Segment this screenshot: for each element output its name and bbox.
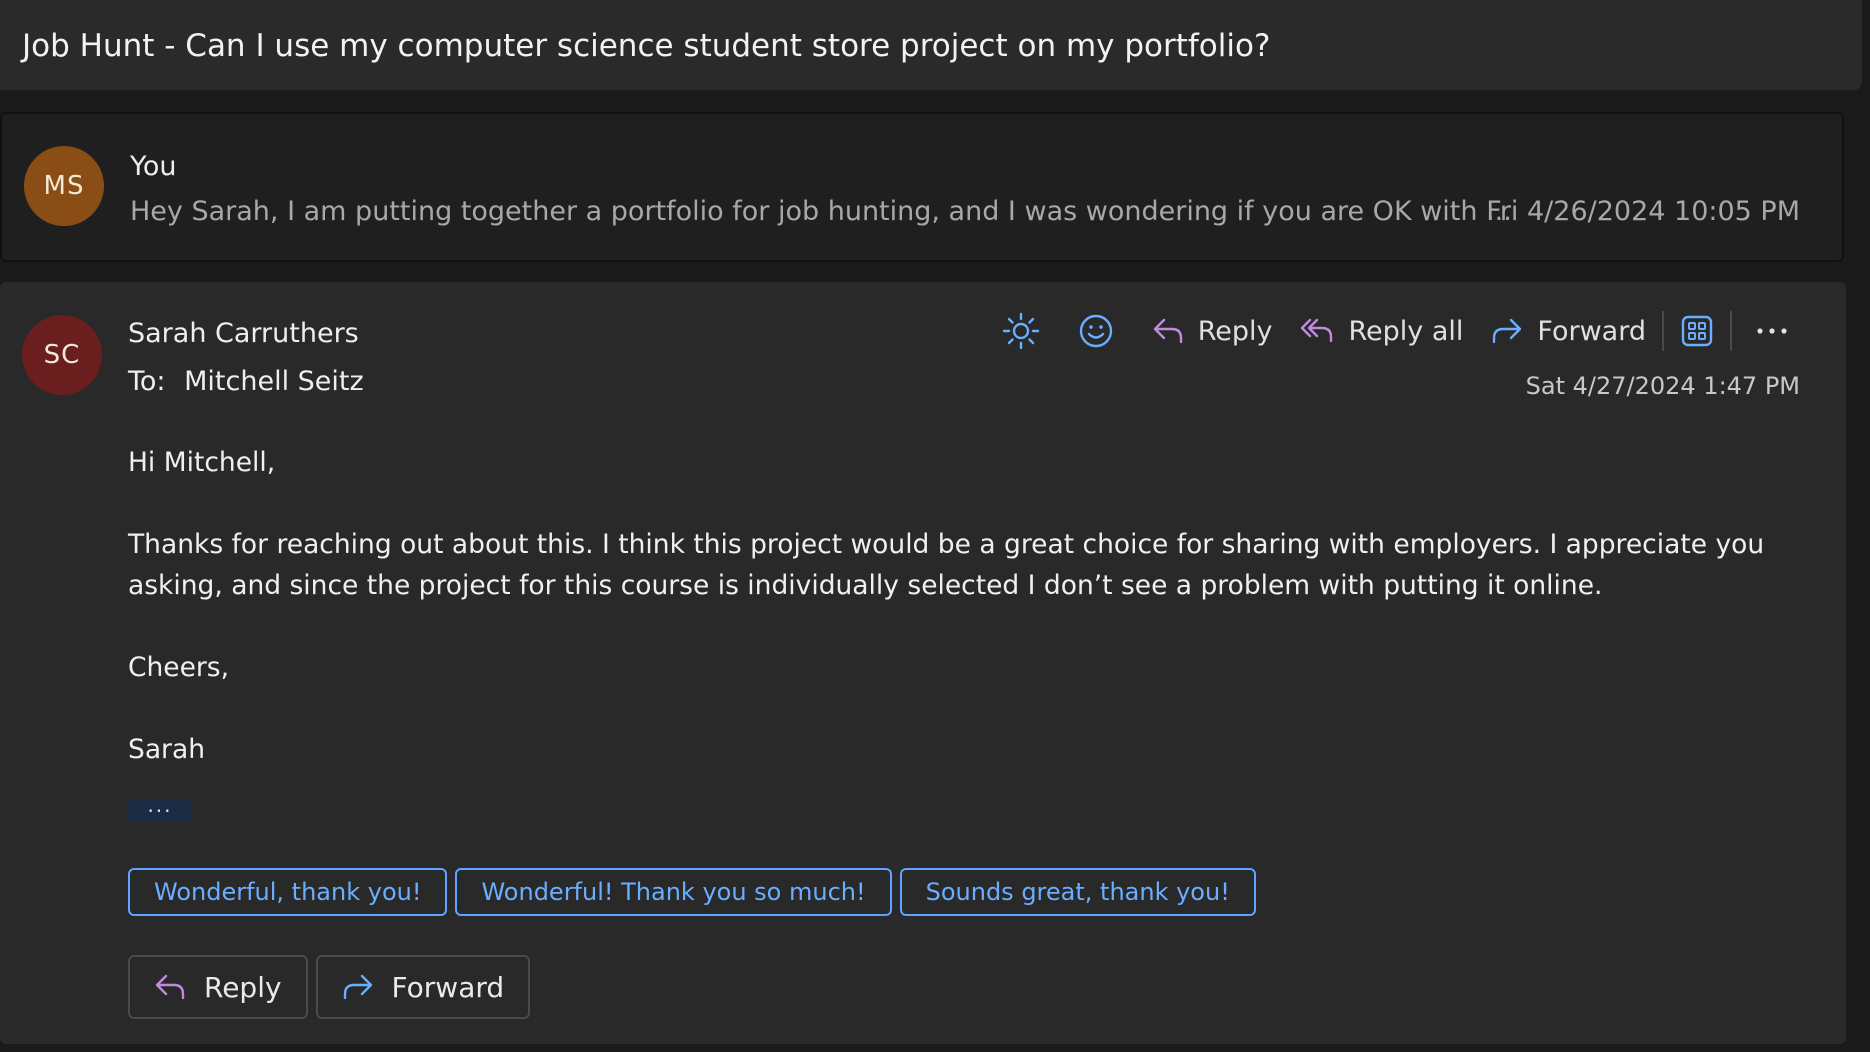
forward-icon (1493, 318, 1522, 344)
forward-label: Forward (1537, 315, 1646, 347)
smiley-icon (1079, 314, 1112, 348)
show-quoted-text-button[interactable]: ··· (128, 800, 192, 822)
greeting: Hi Mitchell, (128, 447, 276, 478)
message-toolbar: Reply Reply all Forward (992, 306, 1798, 356)
avatar-initials: MS (43, 171, 85, 201)
suggested-reply-chip[interactable]: Wonderful, thank you! (128, 868, 448, 916)
forward-label: Forward (391, 970, 505, 1004)
avatar-initials: SC (43, 340, 81, 370)
message-date: Sat 4/27/2024 1:47 PM (1525, 372, 1800, 400)
react-button[interactable] (1068, 306, 1124, 356)
avatar: SC (22, 315, 102, 395)
reply-icon (1153, 318, 1182, 344)
to-label: To: (128, 366, 166, 397)
reply-label: Reply (204, 970, 282, 1004)
reply-label: Reply (1197, 315, 1273, 347)
subject-bar: Job Hunt - Can I use my computer science… (0, 0, 1862, 90)
sun-icon (1002, 312, 1039, 350)
thread-subject: Job Hunt - Can I use my computer science… (22, 28, 1271, 64)
toolbar-divider (1730, 311, 1732, 351)
reply-button[interactable]: Reply (1142, 306, 1283, 356)
toolbar-divider (1662, 311, 1664, 351)
body-paragraph: Thanks for reaching out about this. I th… (128, 529, 1765, 601)
suggested-reply-chip[interactable]: Sounds great, thank you! (899, 868, 1256, 916)
forward-button[interactable]: Forward (1481, 306, 1656, 356)
recipient-line: To: Mitchell Seitz (128, 366, 364, 397)
suggested-replies: Wonderful, thank you! Wonderful! Thank y… (128, 868, 1256, 916)
more-horizontal-icon (1757, 328, 1787, 334)
message-date: Fri 4/26/2024 10:05 PM (1486, 196, 1800, 227)
more-actions-button[interactable] (1746, 306, 1798, 356)
closing: Cheers, (128, 652, 230, 683)
reply-all-label: Reply all (1348, 315, 1464, 347)
reply-icon (155, 974, 185, 1000)
suggested-reply-chip[interactable]: Wonderful! Thank you so much! (455, 868, 892, 916)
recipient-name[interactable]: Mitchell Seitz (184, 366, 364, 397)
forward-icon (343, 974, 372, 1000)
bottom-reply-button[interactable]: Reply (128, 955, 308, 1019)
message-body: Hi Mitchell, Thanks for reaching out abo… (128, 442, 1768, 811)
sun-button[interactable] (992, 306, 1050, 356)
signature: Sarah (128, 734, 205, 765)
sender-name[interactable]: Sarah Carruthers (128, 318, 359, 349)
reply-all-icon (1301, 318, 1333, 343)
bottom-actions: Reply Forward (128, 955, 531, 1019)
avatar: MS (24, 146, 104, 226)
message-preview: Hey Sarah, I am putting together a portf… (130, 196, 1512, 227)
collapsed-message[interactable]: MS You Hey Sarah, I am putting together … (0, 112, 1844, 262)
reply-all-button[interactable]: Reply all (1290, 306, 1473, 356)
sender-name: You (130, 151, 177, 182)
bottom-forward-button[interactable]: Forward (315, 955, 531, 1019)
expanded-message: SC Sarah Carruthers To: Mitchell Seitz R… (0, 282, 1846, 1044)
apps-button[interactable] (1670, 306, 1724, 356)
apps-grid-icon (1681, 315, 1713, 347)
